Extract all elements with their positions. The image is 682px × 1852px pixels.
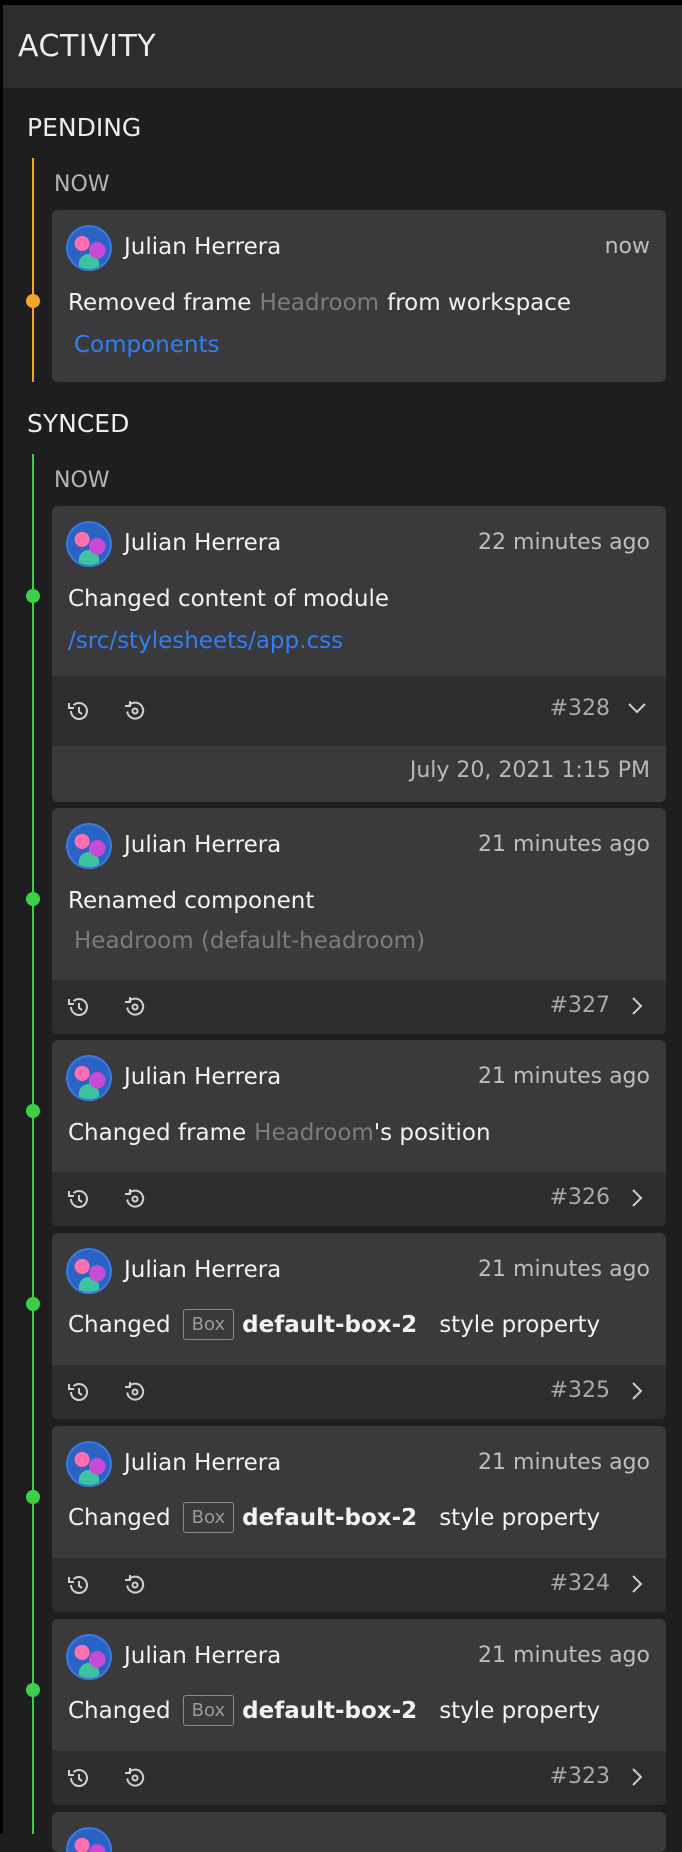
user-name: Julian Herrera (124, 832, 282, 858)
group-label-now: NOW (54, 172, 110, 197)
component-name-row: Headroom (default-headroom) (74, 928, 425, 954)
synced-dot (26, 1104, 40, 1118)
avatar (66, 1827, 112, 1852)
timestamp: 21 minutes ago (478, 1064, 650, 1089)
activity-description: Removed frame Headroom from workspace (68, 290, 572, 316)
card-footer: #325 (52, 1365, 666, 1419)
revision-number: #327 (549, 993, 610, 1018)
component-type-badge: Box (182, 1309, 235, 1340)
user-name: Julian Herrera (124, 1257, 282, 1283)
activity-card[interactable] (52, 1812, 666, 1852)
timestamp: 21 minutes ago (478, 832, 650, 857)
activity-card[interactable]: Julian Herrera 21 minutes ago Changed fr… (52, 1040, 666, 1226)
chevron-right-icon[interactable] (626, 1187, 648, 1209)
chevron-right-icon[interactable] (626, 995, 648, 1017)
avatar (66, 225, 112, 271)
activity-description: Changed Box default-box-2 style property (68, 1502, 600, 1533)
synced-timeline (32, 454, 34, 1834)
module-path-row: /src/stylesheets/app.css (68, 628, 343, 654)
timestamp: now (604, 234, 650, 259)
synced-dot (26, 1683, 40, 1697)
revision-number: #326 (549, 1185, 610, 1210)
history-icon[interactable] (66, 1765, 92, 1791)
avatar (66, 1248, 112, 1294)
timestamp: 21 minutes ago (478, 1257, 650, 1282)
history-icon[interactable] (66, 994, 92, 1020)
component-name[interactable]: Headroom (default-headroom) (74, 928, 425, 954)
panel-header: ACTIVITY (3, 5, 682, 88)
activity-card[interactable]: Julian Herrera now Removed frame Headroo… (52, 210, 666, 382)
chevron-down-icon[interactable] (626, 697, 648, 719)
history-icon[interactable] (66, 1186, 92, 1212)
pending-dot (26, 294, 40, 308)
revert-icon[interactable] (122, 1765, 148, 1791)
module-link[interactable]: /src/stylesheets/app.css (68, 628, 343, 654)
card-footer: #327 (52, 980, 666, 1034)
activity-description: Changed frame Headroom 's position (68, 1120, 491, 1146)
revision-number: #325 (549, 1378, 610, 1403)
synced-dot (26, 589, 40, 603)
left-border (0, 0, 3, 1834)
card-footer: #324 (52, 1558, 666, 1612)
workspace-row: Components (74, 332, 220, 358)
component-name[interactable]: default-box-2 (242, 1312, 417, 1338)
avatar (66, 521, 112, 567)
history-icon[interactable] (66, 1379, 92, 1405)
chevron-right-icon[interactable] (626, 1766, 648, 1788)
user-name: Julian Herrera (124, 1450, 282, 1476)
user-name: Julian Herrera (124, 1064, 282, 1090)
activity-card[interactable]: Julian Herrera 21 minutes ago Changed Bo… (52, 1233, 666, 1419)
revert-icon[interactable] (122, 698, 148, 724)
card-footer: #323 (52, 1751, 666, 1805)
user-name: Julian Herrera (124, 234, 282, 260)
frame-name[interactable]: Headroom (259, 290, 379, 316)
component-type-badge: Box (182, 1695, 235, 1726)
activity-card[interactable]: Julian Herrera 22 minutes ago Changed co… (52, 506, 666, 802)
user-name: Julian Herrera (124, 530, 282, 556)
avatar (66, 1441, 112, 1487)
history-icon[interactable] (66, 698, 92, 724)
activity-description: Changed content of module (68, 586, 390, 612)
activity-card[interactable]: Julian Herrera 21 minutes ago Changed Bo… (52, 1426, 666, 1612)
card-footer: #328 (52, 676, 666, 746)
revision-number: #323 (549, 1764, 610, 1789)
activity-card[interactable]: Julian Herrera 21 minutes ago Changed Bo… (52, 1619, 666, 1805)
pending-timeline (32, 158, 34, 382)
activity-card[interactable]: Julian Herrera 21 minutes ago Renamed co… (52, 808, 666, 1034)
avatar (66, 823, 112, 869)
timestamp: 21 minutes ago (478, 1450, 650, 1475)
revert-icon[interactable] (122, 1572, 148, 1598)
avatar (66, 1055, 112, 1101)
user-name: Julian Herrera (124, 1643, 282, 1669)
activity-description: Changed Box default-box-2 style property (68, 1309, 600, 1340)
component-name[interactable]: default-box-2 (242, 1505, 417, 1531)
group-label-now: NOW (54, 468, 110, 493)
synced-dot (26, 1490, 40, 1504)
revert-icon[interactable] (122, 1379, 148, 1405)
section-title-pending: PENDING (27, 113, 142, 142)
timestamp: 21 minutes ago (478, 1643, 650, 1668)
workspace-link[interactable]: Components (74, 332, 220, 358)
card-footer: #326 (52, 1172, 666, 1226)
activity-description: Renamed component (68, 888, 315, 914)
timestamp: 22 minutes ago (478, 530, 650, 555)
avatar (66, 1634, 112, 1680)
frame-name[interactable]: Headroom (254, 1120, 374, 1146)
component-type-badge: Box (182, 1502, 235, 1533)
history-icon[interactable] (66, 1572, 92, 1598)
panel-title: ACTIVITY (18, 29, 157, 64)
revert-icon[interactable] (122, 994, 148, 1020)
activity-description: Changed Box default-box-2 style property (68, 1695, 600, 1726)
section-title-synced: SYNCED (27, 409, 130, 438)
component-name[interactable]: default-box-2 (242, 1698, 417, 1724)
revert-icon[interactable] (122, 1186, 148, 1212)
synced-dot (26, 1297, 40, 1311)
synced-dot (26, 892, 40, 906)
revision-date: July 20, 2021 1:15 PM (409, 758, 650, 783)
chevron-right-icon[interactable] (626, 1380, 648, 1402)
chevron-right-icon[interactable] (626, 1573, 648, 1595)
revision-number: #324 (549, 1571, 610, 1596)
revision-number: #328 (549, 696, 610, 721)
